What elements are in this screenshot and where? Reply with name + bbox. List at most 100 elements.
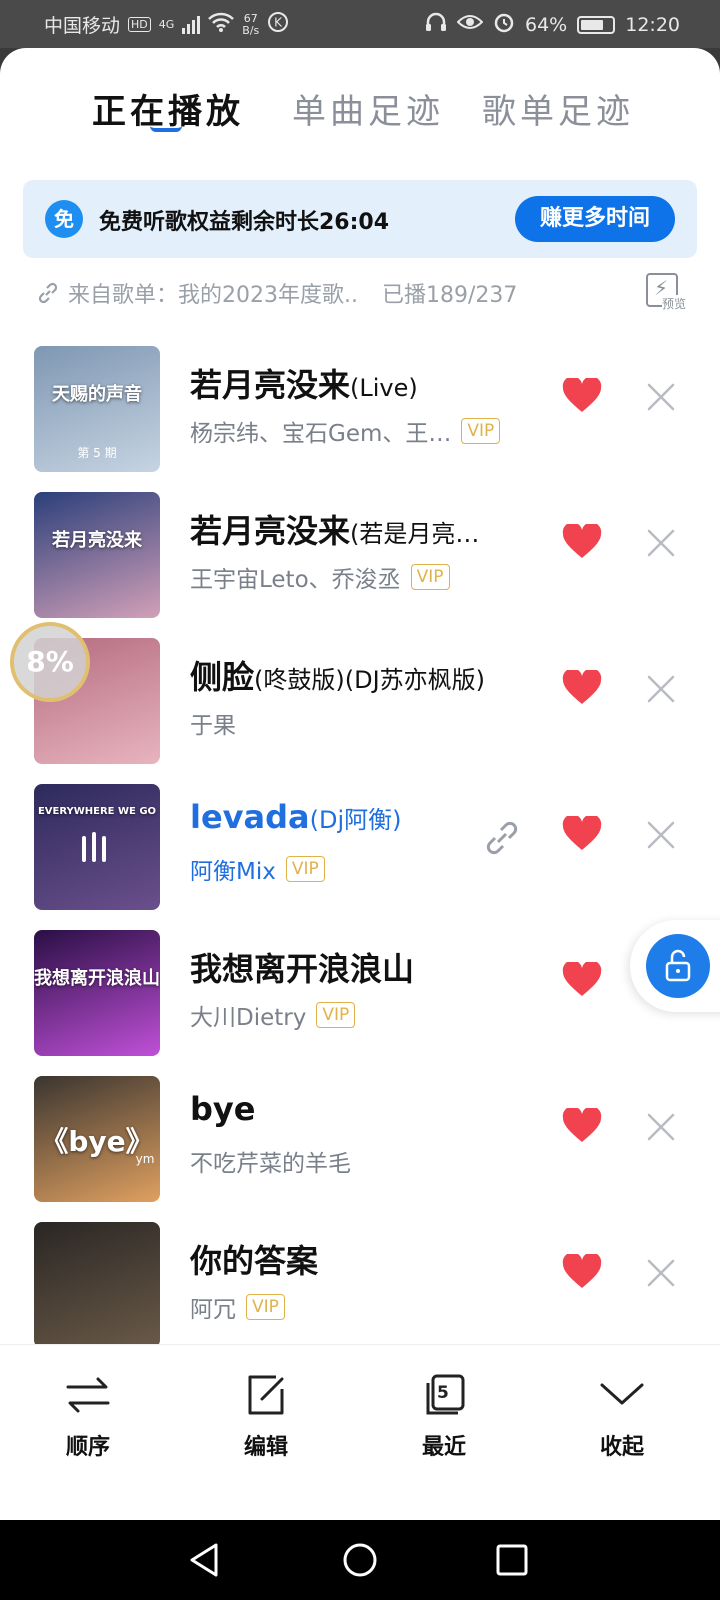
system-nav-bar (0, 1520, 720, 1600)
back-icon[interactable] (186, 1540, 226, 1580)
song-title-suffix: (若是月亮… (350, 520, 480, 548)
song-title-main: 若月亮没来 (190, 512, 351, 550)
alarm-icon (493, 11, 515, 38)
artist-line: 大川Dietry VIP (190, 998, 356, 1032)
played-count: 已播189/237 (381, 283, 518, 308)
artist-name: 阿冗 (190, 1297, 236, 1323)
lock-float-button[interactable] (630, 920, 720, 1012)
song-row[interactable]: 我想离开浪浪山 我想离开浪浪山 大川Dietry VIP (0, 918, 720, 1064)
album-cover: 若月亮没来 (34, 492, 160, 618)
song-row[interactable]: 《bye》 ym bye 不吃芹菜的羊毛 (0, 1064, 720, 1210)
song-title-suffix: (咚鼓版)(DJ苏亦枫版) (254, 666, 486, 694)
recents-icon[interactable] (492, 1540, 532, 1580)
playlist-sheet: 正在播放 单曲足迹 歌单足迹 免 免费听歌权益剩余时长26:04 赚更多时间 来… (0, 48, 720, 1520)
link-icon[interactable] (482, 818, 522, 858)
preview-button[interactable]: ⚡ 预览 (642, 273, 692, 313)
artist-line: 王宇宙Leto、乔浚丞 VIP (190, 560, 450, 594)
remove-icon[interactable] (644, 818, 678, 852)
remove-icon[interactable] (644, 1110, 678, 1144)
artist-name: 杨宗纬、宝石Gem、王… (190, 421, 452, 447)
remove-icon[interactable] (644, 672, 678, 706)
wifi-icon (208, 12, 235, 37)
artist-line: 阿冗 VIP (190, 1290, 285, 1324)
cover-title-text: EVERYWHERE WE GO (37, 806, 157, 817)
song-title: 侧脸(咚鼓版)(DJ苏亦枫版) (190, 652, 485, 698)
song-title: levada(Dj阿衡) (190, 798, 402, 836)
song-title-suffix: (Live) (350, 374, 418, 402)
artist-line: 杨宗纬、宝石Gem、王… VIP (190, 414, 501, 448)
battery-icon (577, 15, 616, 34)
artist-name: 阿衡Mix (190, 859, 276, 885)
k-icon: K (267, 11, 289, 38)
playlist-source[interactable]: 来自歌单：我的2023年度歌.. 已播189/237 (36, 276, 686, 310)
cover-title-text: 我想离开浪浪山 (34, 968, 160, 989)
unlock-icon (646, 934, 710, 998)
remove-icon[interactable] (644, 1256, 678, 1290)
edit-button[interactable]: 编辑 (206, 1373, 326, 1473)
floating-progress-ball[interactable]: 8% (10, 622, 90, 702)
heart-icon[interactable] (562, 1108, 602, 1144)
artist-name: 于果 (190, 713, 236, 739)
song-title-main: levada (190, 798, 310, 836)
collapse-label: 收起 (599, 1435, 644, 1460)
song-title-main: 若月亮没来 (190, 366, 351, 404)
song-row[interactable]: 若月亮没来 若月亮没来(若是月亮… 王宇宙Leto、乔浚丞 VIP (0, 480, 720, 626)
vip-badge: VIP (316, 1002, 356, 1028)
artist-line: 于果 (190, 706, 236, 740)
carrier-name: 中国移动 (44, 15, 121, 37)
vip-badge: VIP (246, 1294, 285, 1320)
heart-icon[interactable] (562, 670, 602, 706)
net-speed: 67 B/s (242, 12, 260, 37)
album-cover: EVERYWHERE WE GO (34, 784, 160, 910)
heart-icon[interactable] (562, 378, 602, 414)
recent-count: 5 (437, 1383, 449, 1403)
artist-line: 阿衡Mix VIP (190, 852, 325, 886)
vip-badge: VIP (410, 564, 450, 590)
earn-more-time-button[interactable]: 赚更多时间 (515, 196, 675, 242)
tab-song-history[interactable]: 单曲足迹 (292, 84, 444, 133)
heart-icon[interactable] (562, 524, 602, 560)
free-listening-banner: 免 免费听歌权益剩余时长26:04 赚更多时间 (23, 180, 697, 258)
headphone-icon (425, 12, 447, 37)
song-title-main: 你的答案 (190, 1242, 319, 1280)
source-label: 来自歌单：我的2023年度歌.. (68, 283, 358, 308)
free-time-text: 免费听歌权益剩余时长26:04 (99, 210, 390, 235)
song-title: 我想离开浪浪山 (190, 944, 414, 990)
battery-percent: 64% (525, 13, 568, 36)
song-row[interactable]: 你的答案阿冗 VIP (0, 1210, 720, 1356)
song-row[interactable]: EVERYWHERE WE GO levada(Dj阿衡) 阿衡Mix VIP (0, 772, 720, 918)
clock: 12:20 (625, 13, 680, 36)
net-speed-unit: B/s (242, 23, 260, 37)
recent-button[interactable]: 5 最近 (384, 1373, 504, 1473)
vip-badge: VIP (285, 856, 325, 882)
song-title: 你的答案 (190, 1236, 318, 1282)
free-icon: 免 (45, 200, 83, 238)
tab-playlist-history[interactable]: 歌单足迹 (482, 84, 634, 133)
bottom-toolbar: 顺序 编辑 5 最近 收起 (0, 1344, 720, 1520)
song-row[interactable]: 天赐的声音第 5 期若月亮没来(Live) 杨宗纬、宝石Gem、王… VIP (0, 334, 720, 480)
cover-sub-text: ym (135, 1152, 155, 1166)
play-order-button[interactable]: 顺序 (28, 1373, 148, 1473)
song-title: 若月亮没来(Live) (190, 360, 418, 406)
sequence-icon (66, 1377, 110, 1413)
remove-icon[interactable] (644, 380, 678, 414)
song-title: bye (190, 1090, 255, 1128)
song-title-suffix: (Dj阿衡) (309, 806, 402, 834)
artist-line: 不吃芹菜的羊毛 (190, 1144, 351, 1178)
heart-icon[interactable] (562, 962, 602, 998)
playing-equalizer-icon (82, 832, 114, 862)
svg-text:K: K (274, 16, 283, 30)
heart-icon[interactable] (562, 816, 602, 852)
tab-indicator (150, 126, 182, 132)
remove-icon[interactable] (644, 526, 678, 560)
tab-bar: 正在播放 单曲足迹 歌单足迹 (0, 84, 720, 144)
heart-icon[interactable] (562, 1254, 602, 1290)
artist-name: 大川Dietry (190, 1005, 307, 1031)
cover-title-text: 若月亮没来 (52, 530, 142, 551)
song-row[interactable]: 侧脸(咚鼓版)(DJ苏亦枫版) 于果 (0, 626, 720, 772)
album-cover (34, 1222, 160, 1348)
home-icon[interactable] (340, 1540, 380, 1580)
collapse-button[interactable]: 收起 (562, 1373, 682, 1473)
preview-label: 预览 (662, 295, 687, 312)
artist-name: 不吃芹菜的羊毛 (190, 1151, 351, 1177)
